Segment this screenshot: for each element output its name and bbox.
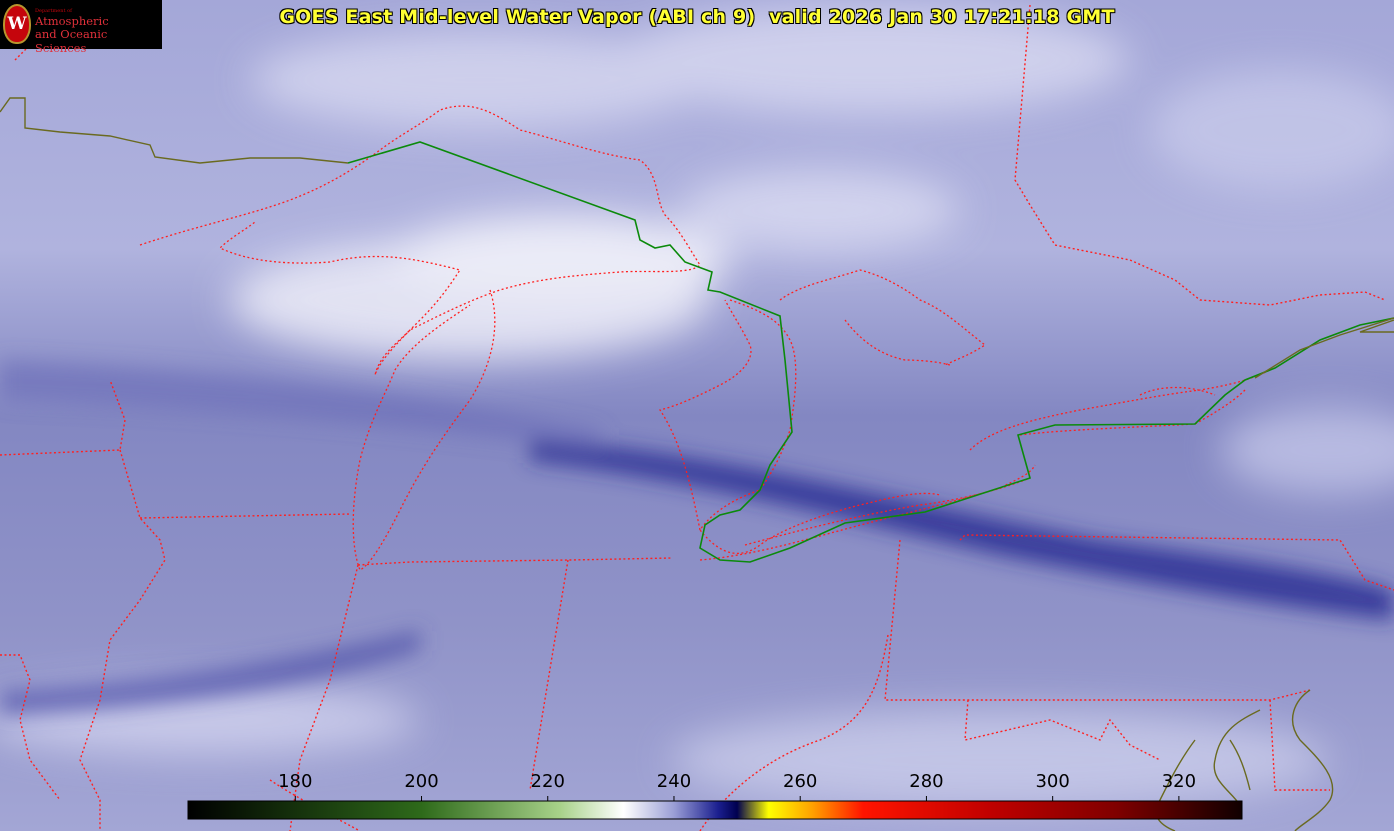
- colorbar-scale: [187, 800, 1243, 820]
- colorbar-tick-label: 260: [783, 771, 818, 792]
- colorbar-tick-label: 300: [1035, 771, 1070, 792]
- water-vapor-map: [0, 0, 1394, 831]
- colorbar-tick-label: 220: [530, 771, 565, 792]
- colorbar-tick-label: 280: [909, 771, 944, 792]
- logo-line2: and Oceanic Sciences: [35, 27, 108, 55]
- colorbar-tick-label: 240: [656, 771, 692, 792]
- colorbar-tick-label: 180: [278, 771, 313, 792]
- colorbar-tick-label: 320: [1161, 771, 1197, 792]
- image-title: GOES East Mid-level Water Vapor (ABI ch …: [279, 6, 1115, 28]
- colorbar-tick-label: 200: [404, 771, 439, 792]
